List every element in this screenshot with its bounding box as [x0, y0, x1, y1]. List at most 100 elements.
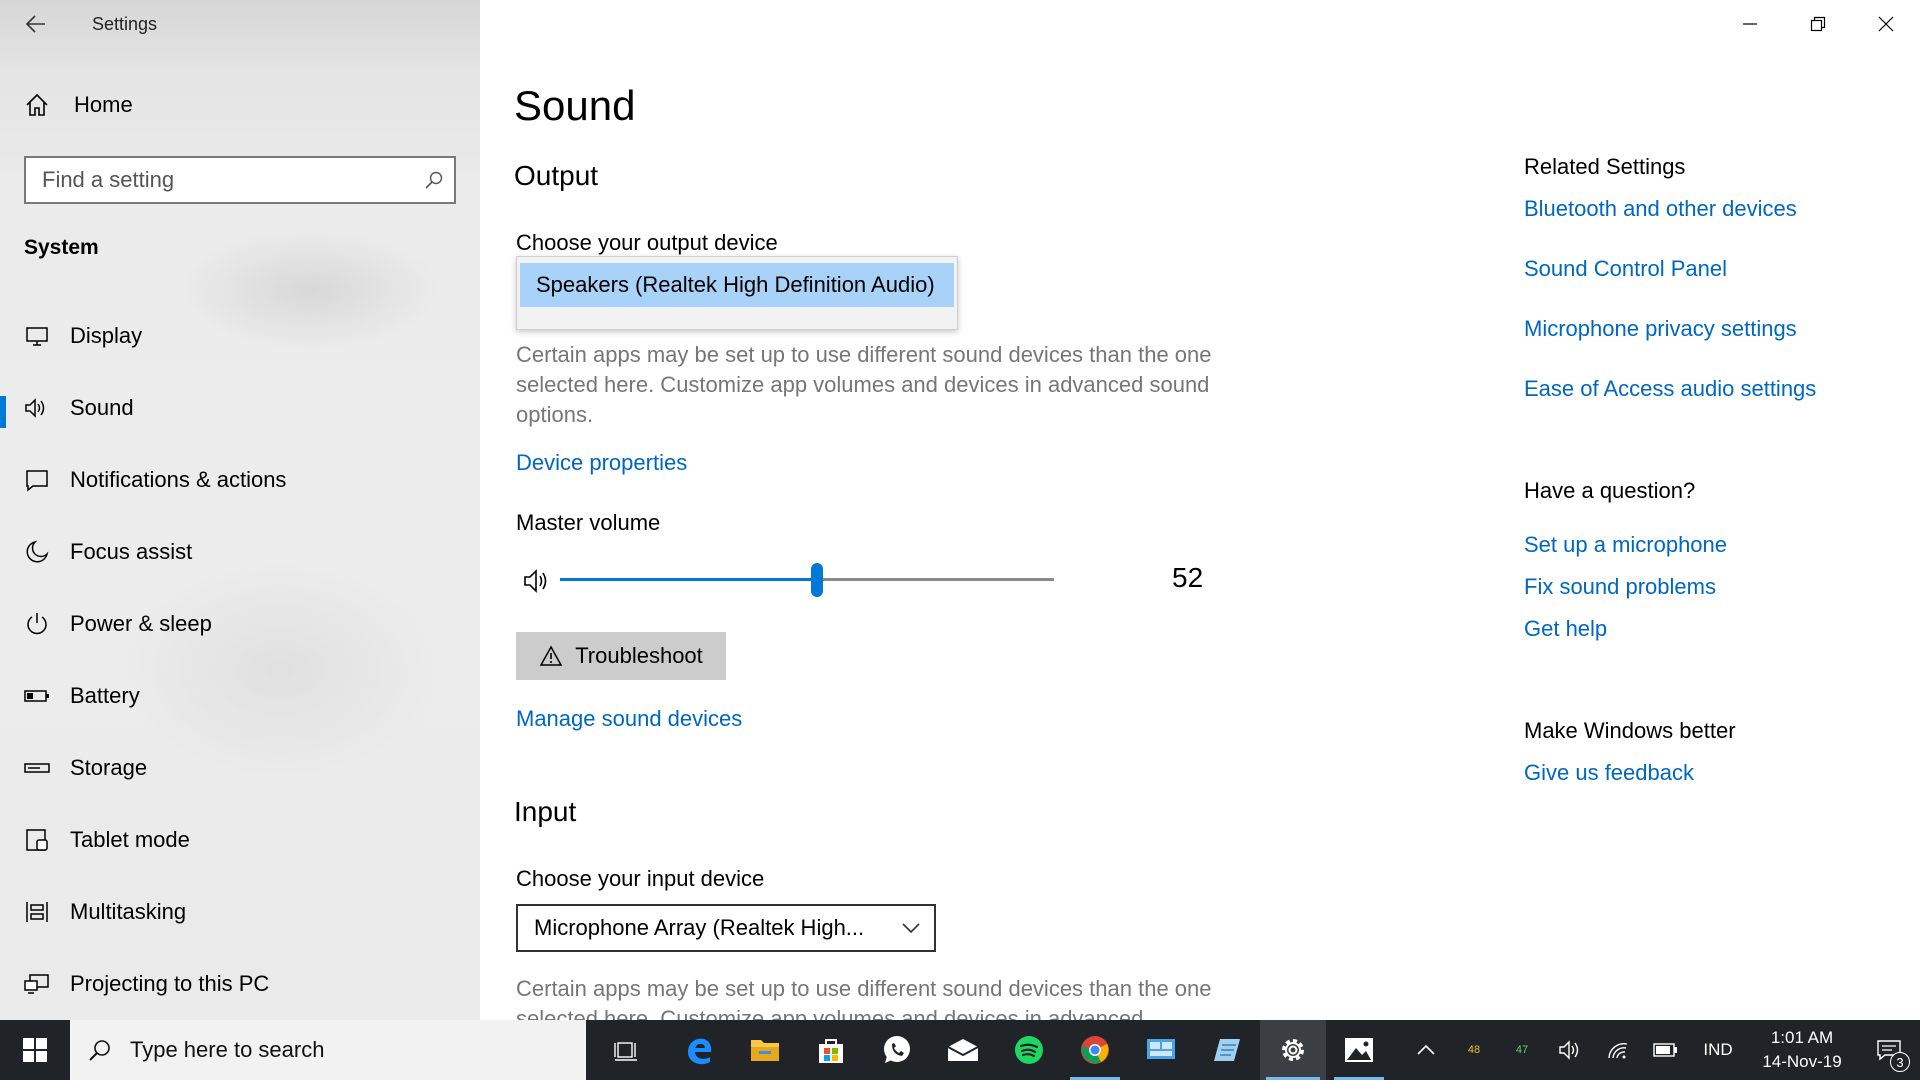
input-device-select[interactable]: Microphone Array (Realtek High... [516, 904, 936, 952]
output-heading: Output [514, 160, 599, 191]
back-button[interactable] [20, 8, 52, 40]
taskbar: 48 47 IND 1:01 AM 14-Nov-19 3 [0, 1020, 1920, 1080]
master-volume-label: Master volume [516, 510, 661, 535]
output-device-option[interactable]: Speakers (Realtek High Definition Audio) [520, 263, 954, 307]
tray-volume-button[interactable] [1546, 1020, 1594, 1080]
sidebar-item-projecting[interactable]: Projecting to this PC [0, 948, 480, 1020]
sidebar-item-label: Home [74, 92, 133, 117]
tray-clock[interactable]: 1:01 AM 14-Nov-19 [1746, 1026, 1858, 1074]
taskbar-app-mail[interactable] [930, 1020, 996, 1080]
sidebar-item-label: Multitasking [70, 899, 187, 924]
photos-icon [1345, 1038, 1373, 1062]
sidebar-item-label: Projecting to this PC [70, 971, 270, 996]
taskbar-search-input[interactable] [130, 1037, 550, 1063]
taskbar-app-spotify[interactable] [996, 1020, 1062, 1080]
tablet-icon [24, 827, 50, 853]
system-tray: 48 47 IND 1:01 AM 14-Nov-19 3 [1402, 1020, 1920, 1080]
wifi-icon [1608, 1042, 1628, 1059]
minimize-button[interactable] [1716, 0, 1784, 48]
whatsapp-icon [884, 1036, 910, 1063]
taskbar-app-control-panel[interactable] [1128, 1020, 1194, 1080]
display-icon [24, 323, 50, 349]
tray-monitor-badge-2[interactable]: 47 [1498, 1020, 1546, 1080]
manage-sound-devices-link[interactable]: Manage sound devices [516, 706, 742, 732]
give-feedback-link[interactable]: Give us feedback [1524, 760, 1694, 786]
sidebar-item-multitasking[interactable]: Multitasking [0, 876, 480, 948]
setup-microphone-link[interactable]: Set up a microphone [1524, 532, 1727, 558]
battery-icon [1653, 1043, 1677, 1057]
device-properties-link[interactable]: Device properties [516, 450, 687, 476]
taskbar-app-store[interactable] [798, 1020, 864, 1080]
sidebar-item-sound[interactable]: Sound [0, 372, 480, 444]
master-volume-row: 52 [516, 560, 1203, 600]
start-button[interactable] [0, 1020, 70, 1080]
tray-monitor-badge-1[interactable]: 48 [1450, 1020, 1498, 1080]
tray-network-button[interactable] [1594, 1020, 1642, 1080]
speaker-icon[interactable] [522, 566, 552, 596]
taskbar-app-edge[interactable] [666, 1020, 732, 1080]
chevron-down-icon [902, 923, 920, 934]
storage-icon [24, 755, 50, 781]
sidebar-item-storage[interactable]: Storage [0, 732, 480, 804]
microphone-privacy-link[interactable]: Microphone privacy settings [1524, 316, 1797, 342]
show-hidden-icons-button[interactable] [1402, 1020, 1450, 1080]
minimize-icon [1743, 23, 1757, 25]
taskbar-app-photos[interactable] [1326, 1020, 1392, 1080]
multitasking-icon [24, 899, 50, 925]
store-icon [819, 1039, 843, 1063]
sidebar-item-label: Storage [70, 755, 148, 780]
find-setting-input[interactable] [26, 158, 414, 202]
slider-thumb[interactable] [810, 563, 823, 597]
sidebar-item-home[interactable]: Home [24, 92, 133, 118]
app-title: Settings [92, 14, 158, 34]
task-view-button[interactable] [586, 1020, 666, 1080]
sidebar-item-power-sleep[interactable]: Power & sleep [0, 588, 480, 660]
get-help-link[interactable]: Get help [1524, 616, 1607, 642]
master-volume-slider[interactable] [560, 563, 1054, 597]
taskbar-app-chrome[interactable] [1062, 1020, 1128, 1080]
gear-icon [1282, 1039, 1304, 1061]
output-device-dropdown[interactable]: Speakers (Realtek High Definition Audio) [516, 256, 958, 330]
taskbar-search-box[interactable] [70, 1020, 586, 1080]
search-icon [89, 1040, 110, 1061]
sidebar-item-tablet-mode[interactable]: Tablet mode [0, 804, 480, 876]
slider-fill [560, 578, 817, 581]
sidebar: Settings Home System Display Sound Notif… [0, 0, 480, 1020]
action-center-button[interactable]: 3 [1858, 1020, 1920, 1080]
input-description: Certain apps may be set up to use differ… [516, 976, 1212, 1020]
ease-of-access-audio-link[interactable]: Ease of Access audio settings [1524, 376, 1816, 402]
taskbar-app-settings[interactable] [1260, 1020, 1326, 1080]
warning-icon [539, 645, 563, 667]
restore-icon [1810, 16, 1826, 32]
search-icon[interactable] [414, 170, 454, 190]
taskbar-app-file-explorer[interactable] [732, 1020, 798, 1080]
troubleshoot-button[interactable]: Troubleshoot [516, 632, 726, 680]
output-description: Certain apps may be set up to use differ… [516, 342, 1212, 427]
bluetooth-devices-link[interactable]: Bluetooth and other devices [1524, 196, 1797, 222]
restore-button[interactable] [1784, 0, 1852, 48]
sidebar-item-label: Sound [70, 395, 134, 420]
main-content: Sound Output Choose your output device S… [480, 0, 1920, 1020]
taskbar-apps [586, 1020, 1392, 1080]
close-button[interactable] [1852, 0, 1920, 48]
master-volume-value: 52 [1172, 562, 1204, 593]
home-icon [26, 93, 48, 116]
make-windows-better-heading: Make Windows better [1524, 718, 1736, 743]
speaker-icon [24, 395, 50, 421]
spotify-icon [1015, 1036, 1043, 1064]
output-device-label: Choose your output device [516, 230, 778, 255]
taskbar-app-notes[interactable] [1194, 1020, 1260, 1080]
sidebar-item-battery[interactable]: Battery [0, 660, 480, 732]
sidebar-item-display[interactable]: Display [0, 300, 480, 372]
taskbar-app-whatsapp[interactable] [864, 1020, 930, 1080]
sidebar-item-focus-assist[interactable]: Focus assist [0, 516, 480, 588]
battery-icon [24, 683, 50, 709]
folder-icon [751, 1040, 779, 1061]
notification-icon [24, 467, 50, 493]
sidebar-item-notifications[interactable]: Notifications & actions [0, 444, 480, 516]
tray-language-button[interactable]: IND [1690, 1020, 1746, 1080]
question-heading: Have a question? [1524, 478, 1696, 503]
fix-sound-problems-link[interactable]: Fix sound problems [1524, 574, 1716, 600]
sound-control-panel-link[interactable]: Sound Control Panel [1524, 256, 1727, 282]
tray-battery-button[interactable] [1642, 1020, 1690, 1080]
